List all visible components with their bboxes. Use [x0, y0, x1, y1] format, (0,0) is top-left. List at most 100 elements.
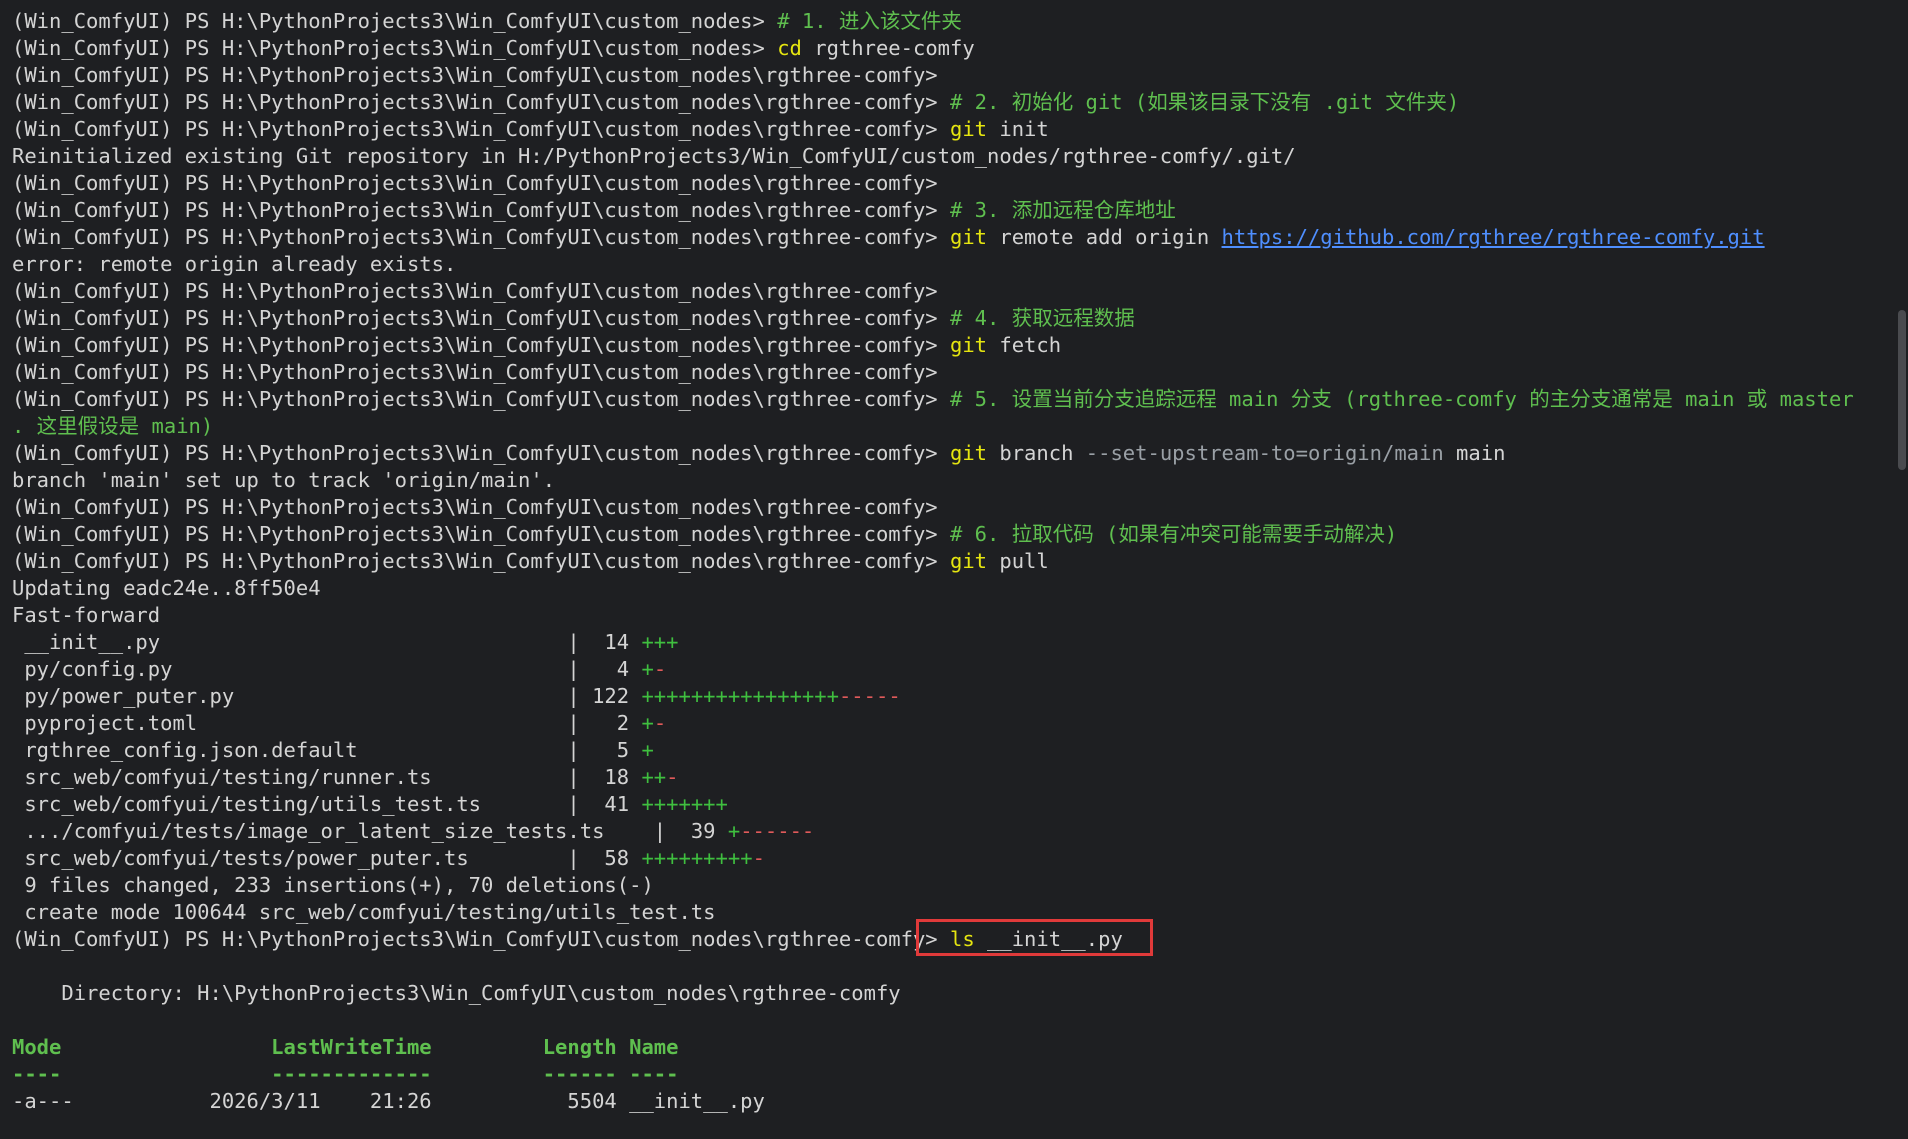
command-param: --set-upstream-to=origin/main [1085, 441, 1444, 465]
diffstat-file: py/power_puter.py [12, 684, 568, 708]
diffstat-file: src_web/comfyui/tests/power_puter.ts [12, 846, 568, 870]
terminal-line: (Win_ComfyUI) PS H:\PythonProjects3\Win_… [12, 386, 1908, 413]
diffstat-count: | 41 [567, 792, 642, 816]
diffstat-count: | 14 [567, 630, 642, 654]
command: cd [777, 36, 802, 60]
listing-header: Mode LastWriteTime Length Name [12, 1035, 679, 1059]
output-line: branch 'main' set up to track 'origin/ma… [12, 468, 556, 492]
repo-link[interactable]: https://github.com/rgthree/rgthree-comfy… [1222, 225, 1765, 249]
terminal-line: (Win_ComfyUI) PS H:\PythonProjects3\Win_… [12, 494, 1908, 521]
command: git [950, 441, 988, 465]
diffstat-count: | 5 [567, 738, 642, 762]
diffstat-row: py/power_puter.py | 122 ++++++++++++++++… [12, 683, 1908, 710]
diffstat-file: .../comfyui/tests/image_or_latent_size_t… [12, 819, 654, 843]
command: git [950, 549, 988, 573]
prompt: (Win_ComfyUI) PS H:\PythonProjects3\Win_… [12, 63, 950, 87]
listing-row: -a--- 2026/3/11 21:26 5504 __init__.py [12, 1089, 765, 1113]
terminal-line: (Win_ComfyUI) PS H:\PythonProjects3\Win_… [12, 224, 1908, 251]
output-line: error: remote origin already exists. [12, 252, 457, 276]
diffstat-minus: - [666, 765, 679, 789]
command-arg: remote add origin [987, 225, 1222, 249]
diffstat-plus: + [641, 657, 654, 681]
scrollbar-thumb[interactable] [1898, 310, 1906, 470]
prompt: (Win_ComfyUI) PS H:\PythonProjects3\Win_… [12, 495, 950, 519]
diffstat-plus: + [641, 711, 654, 735]
diffstat-plus: +++ [641, 630, 679, 654]
diffstat-row: py/config.py | 4 +- [12, 656, 1908, 683]
comment-continuation: . 这里假设是 main) [12, 414, 214, 438]
terminal-line: (Win_ComfyUI) PS H:\PythonProjects3\Win_… [12, 548, 1908, 575]
prompt: (Win_ComfyUI) PS H:\PythonProjects3\Win_… [12, 36, 778, 60]
terminal-line: (Win_ComfyUI) PS H:\PythonProjects3\Win_… [12, 521, 1908, 548]
diffstat-row: src_web/comfyui/testing/runner.ts | 18 +… [12, 764, 1908, 791]
terminal-line: (Win_ComfyUI) PS H:\PythonProjects3\Win_… [12, 305, 1908, 332]
diffstat-count: | 2 [567, 711, 642, 735]
listing-underline: ---- ------------- ------ ---- [12, 1062, 679, 1086]
diffstat-row: src_web/comfyui/testing/utils_test.ts | … [12, 791, 1908, 818]
prompt: (Win_ComfyUI) PS H:\PythonProjects3\Win_… [12, 549, 950, 573]
prompt: (Win_ComfyUI) PS H:\PythonProjects3\Win_… [12, 522, 950, 546]
comment: # 2. 初始化 git (如果该目录下没有 .git 文件夹) [950, 90, 1460, 114]
diffstat-file: src_web/comfyui/testing/utils_test.ts [12, 792, 568, 816]
diffstat-minus: ------ [740, 819, 815, 843]
diffstat-minus: ----- [838, 684, 901, 708]
diffstat-row: rgthree_config.json.default | 5 + [12, 737, 1908, 764]
prompt: (Win_ComfyUI) PS H:\PythonProjects3\Win_… [12, 225, 950, 249]
diffstat-count: | 18 [567, 765, 642, 789]
comment: # 5. 设置当前分支追踪远程 main 分支 (rgthree-comfy 的… [950, 387, 1854, 411]
prompt: (Win_ComfyUI) PS H:\PythonProjects3\Win_… [12, 387, 950, 411]
diffstat-count: | 122 [567, 684, 642, 708]
diffstat-row: .../comfyui/tests/image_or_latent_size_t… [12, 818, 1908, 845]
terminal-line: (Win_ComfyUI) PS H:\PythonProjects3\Win_… [12, 170, 1908, 197]
diffstat-file: __init__.py [12, 630, 568, 654]
terminal-line: (Win_ComfyUI) PS H:\PythonProjects3\Win_… [12, 8, 1908, 35]
command-arg: main [1443, 441, 1506, 465]
prompt: (Win_ComfyUI) PS H:\PythonProjects3\Win_… [12, 117, 950, 141]
terminal-line: (Win_ComfyUI) PS H:\PythonProjects3\Win_… [12, 116, 1908, 143]
directory-line: Directory: H:\PythonProjects3\Win_ComfyU… [12, 981, 901, 1005]
command: git [950, 225, 988, 249]
highlight-box [916, 919, 1153, 956]
command: git [950, 117, 988, 141]
command-arg: init [987, 117, 1049, 141]
diffstat-file: py/config.py [12, 657, 568, 681]
terminal-line: (Win_ComfyUI) PS H:\PythonProjects3\Win_… [12, 197, 1908, 224]
diffstat-minus: - [653, 657, 667, 681]
command-arg: pull [987, 549, 1049, 573]
output-line: Reinitialized existing Git repository in… [12, 144, 1296, 168]
terminal-line: (Win_ComfyUI) PS H:\PythonProjects3\Win_… [12, 440, 1908, 467]
diffstat-row: __init__.py | 14 +++ [12, 629, 1908, 656]
prompt: (Win_ComfyUI) PS H:\PythonProjects3\Win_… [12, 333, 950, 357]
output-line: Updating eadc24e..8ff50e4 [12, 576, 321, 600]
command-arg: rgthree-comfy [801, 36, 975, 60]
comment: # 1. 进入该文件夹 [777, 9, 962, 33]
diffstat-row: pyproject.toml | 2 +- [12, 710, 1908, 737]
diffstat-count: | 4 [567, 657, 642, 681]
diffstat-plus: ++++++++++++++++ [641, 684, 839, 708]
diffstat-plus: ++ [641, 765, 667, 789]
terminal-line: (Win_ComfyUI) PS H:\PythonProjects3\Win_… [12, 278, 1908, 305]
terminal-window[interactable]: (Win_ComfyUI) PS H:\PythonProjects3\Win_… [0, 0, 1908, 1139]
diffstat-count: | 58 [567, 846, 642, 870]
prompt: (Win_ComfyUI) PS H:\PythonProjects3\Win_… [12, 90, 950, 114]
terminal-line: (Win_ComfyUI) PS H:\PythonProjects3\Win_… [12, 62, 1908, 89]
comment: # 6. 拉取代码 (如果有冲突可能需要手动解决) [950, 522, 1398, 546]
diffstat-plus: + [727, 819, 741, 843]
prompt: (Win_ComfyUI) PS H:\PythonProjects3\Win_… [12, 198, 950, 222]
prompt: (Win_ComfyUI) PS H:\PythonProjects3\Win_… [12, 927, 950, 951]
prompt: (Win_ComfyUI) PS H:\PythonProjects3\Win_… [12, 441, 950, 465]
diffstat-summary: 9 files changed, 233 insertions(+), 70 d… [12, 873, 654, 897]
command: git [950, 333, 988, 357]
diffstat-file: pyproject.toml [12, 711, 568, 735]
diffstat-plus: +++++++++ [641, 846, 753, 870]
diffstat-file: src_web/comfyui/testing/runner.ts [12, 765, 568, 789]
terminal-line: (Win_ComfyUI) PS H:\PythonProjects3\Win_… [12, 89, 1908, 116]
output-line: Fast-forward [12, 603, 161, 627]
terminal-line: (Win_ComfyUI) PS H:\PythonProjects3\Win_… [12, 332, 1908, 359]
prompt: (Win_ComfyUI) PS H:\PythonProjects3\Win_… [12, 171, 950, 195]
comment: # 3. 添加远程仓库地址 [950, 198, 1176, 222]
prompt: (Win_ComfyUI) PS H:\PythonProjects3\Win_… [12, 279, 950, 303]
terminal-line: (Win_ComfyUI) PS H:\PythonProjects3\Win_… [12, 359, 1908, 386]
